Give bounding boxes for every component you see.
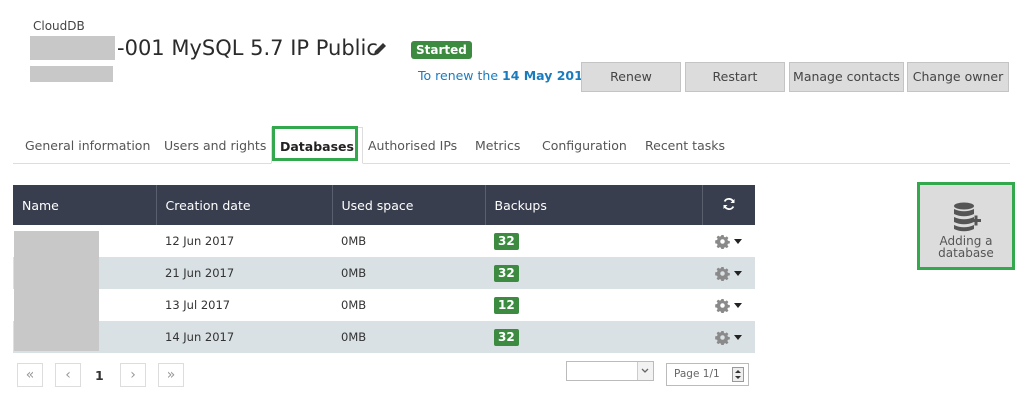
column-header-backups[interactable]: Backups: [485, 185, 703, 225]
row-actions[interactable]: [702, 225, 755, 257]
row-actions[interactable]: [702, 257, 755, 289]
tab-users-and-rights[interactable]: Users and rights: [164, 138, 266, 153]
creation-date-cell: 14 Jun 2017: [156, 321, 332, 353]
backups-cell: 32: [485, 257, 702, 289]
gear-icon[interactable]: [715, 330, 730, 345]
tab-recent-tasks[interactable]: Recent tasks: [645, 138, 725, 153]
renew-button[interactable]: Renew: [581, 62, 681, 92]
chevron-down-icon[interactable]: [734, 238, 742, 244]
chevron-down-icon[interactable]: [734, 334, 742, 340]
tab-general-information[interactable]: General information: [25, 138, 150, 153]
last-page-button[interactable]: »: [158, 363, 184, 387]
prev-page-button[interactable]: ‹: [55, 363, 81, 387]
used-space-cell: 0MB: [332, 257, 485, 289]
redacted-name: [30, 36, 115, 60]
table-row[interactable]: 12 Jun 2017 0MB 32: [13, 225, 755, 257]
databases-tab-highlight: [272, 126, 358, 161]
chevron-down-icon[interactable]: [734, 302, 742, 308]
creation-date-cell: 21 Jun 2017: [156, 257, 332, 289]
backups-badge: 32: [494, 232, 519, 250]
edit-pencil-icon[interactable]: [372, 41, 388, 57]
gear-icon[interactable]: [715, 234, 730, 249]
breadcrumb[interactable]: CloudDB: [33, 19, 85, 33]
manage-contacts-button[interactable]: Manage contacts: [789, 62, 904, 92]
add-database-button[interactable]: Adding a database: [917, 182, 1015, 270]
redacted-subtitle: [30, 66, 113, 82]
backups-cell: 32: [485, 225, 702, 257]
chevron-down-icon[interactable]: [637, 362, 653, 380]
used-space-cell: 0MB: [332, 225, 485, 257]
page-indicator-label: Page 1/1: [674, 368, 720, 380]
tab-authorised-ips[interactable]: Authorised IPs: [368, 138, 457, 153]
gear-icon[interactable]: [715, 298, 730, 313]
chevron-down-icon[interactable]: [734, 270, 742, 276]
backups-badge: 32: [494, 328, 519, 346]
change-owner-button[interactable]: Change owner: [907, 62, 1009, 92]
restart-button[interactable]: Restart: [685, 62, 785, 92]
table-row[interactable]: 13 Jul 2017 0MB 12: [13, 289, 755, 321]
used-space-cell: 0MB: [332, 289, 485, 321]
add-database-label: Adding a database: [920, 235, 1012, 259]
backups-cell: 12: [485, 289, 702, 321]
first-page-button[interactable]: «: [17, 363, 43, 387]
current-page-number[interactable]: 1: [95, 368, 104, 383]
refresh-icon[interactable]: [722, 197, 736, 211]
tab-bar: General information Users and rights Dat…: [13, 127, 1010, 164]
used-space-cell: 0MB: [332, 321, 485, 353]
column-header-name[interactable]: Name: [13, 185, 157, 225]
column-header-creation-date[interactable]: Creation date: [156, 185, 333, 225]
refresh-header[interactable]: [702, 185, 755, 225]
row-actions[interactable]: [702, 321, 755, 353]
page-spinner[interactable]: [732, 367, 744, 382]
table-row[interactable]: 21 Jun 2017 0MB 32: [13, 257, 755, 289]
databases-table: Name Creation date Used space Backups 12…: [13, 185, 755, 353]
redacted-db-names: [14, 231, 99, 351]
database-add-icon: [954, 202, 981, 232]
renew-prefix: To renew the: [418, 68, 499, 83]
renew-date: 14 May 2018: [502, 68, 592, 83]
page-size-select[interactable]: [566, 361, 654, 381]
creation-date-cell: 12 Jun 2017: [156, 225, 332, 257]
creation-date-cell: 13 Jul 2017: [156, 289, 332, 321]
renew-link[interactable]: To renew the 14 May 2018: [418, 68, 592, 83]
add-database-label-line2: database: [938, 246, 994, 260]
backups-badge: 32: [494, 264, 519, 282]
table-row[interactable]: 14 Jun 2017 0MB 32: [13, 321, 755, 353]
status-badge: Started: [411, 41, 472, 59]
next-page-button[interactable]: ›: [120, 363, 146, 387]
tab-configuration[interactable]: Configuration: [542, 138, 627, 153]
gear-icon[interactable]: [715, 266, 730, 281]
page-title: -001 MySQL 5.7 IP Public: [117, 36, 378, 60]
backups-cell: 32: [485, 321, 702, 353]
column-header-used-space[interactable]: Used space: [332, 185, 486, 225]
page-indicator[interactable]: Page 1/1: [666, 363, 749, 386]
backups-badge: 12: [494, 296, 519, 314]
tab-metrics[interactable]: Metrics: [475, 138, 520, 153]
row-actions[interactable]: [702, 289, 755, 321]
